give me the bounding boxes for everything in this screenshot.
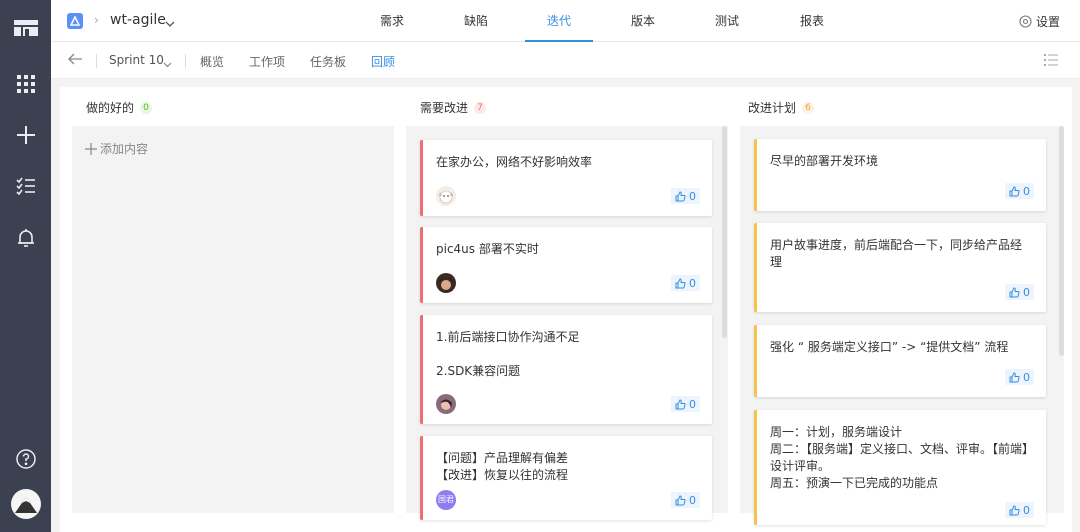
bell-icon[interactable]	[0, 226, 51, 250]
like-button[interactable]: 0	[671, 396, 700, 412]
card-text: 尽早的部署开发环境	[770, 154, 879, 168]
chevron-down-icon[interactable]	[163, 57, 172, 71]
tab-task-board[interactable]: 任务板	[310, 53, 346, 70]
like-button[interactable]: 0	[1005, 369, 1034, 385]
plus-icon	[85, 142, 97, 155]
tab-defects[interactable]: 缺陷	[442, 0, 510, 42]
divider	[185, 54, 186, 68]
card-text: pic4us 部署不实时	[436, 242, 539, 256]
logo-icon[interactable]	[0, 14, 51, 42]
card-text: 用户故事进度，前后端配合一下，同步给产品经理	[770, 238, 1023, 269]
retro-card[interactable]: 1.前后端接口协作沟通不足 2.SDK兼容问题 0	[420, 315, 712, 424]
tab-iterations[interactable]: 迭代	[525, 0, 593, 42]
settings-button[interactable]: 设置	[1019, 13, 1060, 30]
chevron-down-icon[interactable]	[165, 16, 175, 30]
sub-toolbar: Sprint 10 概览 工作项 任务板 回顾	[51, 42, 1080, 79]
like-count: 0	[1023, 503, 1030, 517]
thumbs-up-icon	[1009, 185, 1020, 196]
settings-label: 设置	[1035, 15, 1060, 29]
thumbs-up-icon	[675, 190, 686, 201]
divider	[96, 54, 97, 68]
tab-versions[interactable]: 版本	[609, 0, 677, 42]
count-badge: 6	[802, 101, 815, 114]
avatar	[436, 273, 456, 293]
tab-testing[interactable]: 测试	[693, 0, 761, 42]
column-header-needs-improvement: 需要改进 7	[420, 99, 487, 116]
avatar: 国君	[436, 490, 456, 510]
like-button[interactable]: 0	[671, 188, 700, 204]
like-button[interactable]: 0	[671, 275, 700, 291]
tab-requirements[interactable]: 需求	[358, 0, 426, 42]
apps-grid-icon[interactable]	[0, 72, 51, 96]
count-badge: 7	[474, 101, 487, 114]
add-content-button[interactable]: 添加内容	[85, 140, 148, 157]
retro-card[interactable]: 在家办公，网络不好影响效率 0	[420, 140, 712, 216]
help-icon[interactable]	[0, 447, 51, 471]
like-button[interactable]: 0	[1005, 502, 1034, 518]
project-logo-icon[interactable]	[67, 13, 83, 29]
like-count: 0	[689, 276, 696, 290]
gear-icon	[1019, 15, 1032, 28]
like-button[interactable]: 0	[1005, 183, 1034, 199]
tab-reports[interactable]: 报表	[778, 0, 846, 42]
retro-card[interactable]: pic4us 部署不实时 0	[420, 227, 712, 303]
like-count: 0	[689, 493, 696, 507]
retro-card[interactable]: 用户故事进度，前后端配合一下，同步给产品经理 0	[754, 223, 1046, 312]
thumbs-up-icon	[675, 494, 686, 505]
list-view-icon[interactable]	[1044, 54, 1058, 69]
left-rail	[0, 0, 51, 532]
column-title: 改进计划	[748, 101, 797, 115]
sprint-selector[interactable]: Sprint 10	[109, 53, 164, 67]
card-text: 强化 “ 服务端定义接口” -> “提供文档” 流程	[770, 340, 1009, 354]
user-avatar[interactable]	[0, 488, 51, 520]
column-header-action-plan: 改进计划 6	[748, 99, 815, 116]
tab-overview[interactable]: 概览	[200, 53, 224, 70]
like-count: 0	[1023, 370, 1030, 384]
thumbs-up-icon	[1009, 286, 1020, 297]
task-list-icon[interactable]	[0, 174, 51, 198]
avatar	[436, 394, 456, 414]
column-title: 做的好的	[86, 101, 135, 115]
card-text: 周一：计划，服务端设计 周二：【服务端】定义接口、文档、评审。【前端】设计评审。…	[770, 425, 1029, 490]
tab-work-items[interactable]: 工作项	[249, 53, 285, 70]
card-text: 1.前后端接口协作沟通不足 2.SDK兼容问题	[436, 330, 580, 378]
retro-card[interactable]: 周一：计划，服务端设计 周二：【服务端】定义接口、文档、评审。【前端】设计评审。…	[754, 410, 1046, 525]
card-text: 在家办公，网络不好影响效率	[436, 155, 593, 169]
top-bar: › wt-agile 需求 缺陷 迭代 版本 测试 报表 设置	[51, 0, 1080, 42]
add-icon[interactable]	[0, 123, 51, 147]
thumbs-up-icon	[1009, 371, 1020, 382]
like-count: 0	[689, 397, 696, 411]
count-badge: 0	[140, 101, 153, 114]
back-arrow-icon[interactable]	[67, 52, 83, 69]
retro-card[interactable]: 尽早的部署开发环境 0	[754, 139, 1046, 211]
like-count: 0	[1023, 184, 1030, 198]
avatar	[436, 186, 456, 206]
like-button[interactable]: 0	[671, 492, 700, 508]
scrollbar[interactable]	[1059, 126, 1064, 356]
like-count: 0	[1023, 285, 1030, 299]
card-text: 【问题】产品理解有偏差 【改进】恢复以往的流程	[436, 451, 569, 482]
thumbs-up-icon	[1009, 504, 1020, 515]
column-went-well	[72, 126, 394, 513]
breadcrumb-chevron-icon: ›	[94, 13, 99, 27]
retro-card[interactable]: 强化 “ 服务端定义接口” -> “提供文档” 流程 0	[754, 325, 1046, 397]
retro-card[interactable]: 【问题】产品理解有偏差 【改进】恢复以往的流程 国君 0	[420, 436, 712, 520]
project-name[interactable]: wt-agile	[110, 12, 166, 28]
thumbs-up-icon	[675, 398, 686, 409]
thumbs-up-icon	[675, 277, 686, 288]
like-button[interactable]: 0	[1005, 284, 1034, 300]
like-count: 0	[689, 189, 696, 203]
scrollbar[interactable]	[722, 126, 727, 338]
add-content-label: 添加内容	[100, 142, 149, 156]
column-title: 需要改进	[420, 101, 469, 115]
column-header-went-well: 做的好的 0	[86, 99, 153, 116]
tab-retrospective[interactable]: 回顾	[371, 53, 395, 70]
